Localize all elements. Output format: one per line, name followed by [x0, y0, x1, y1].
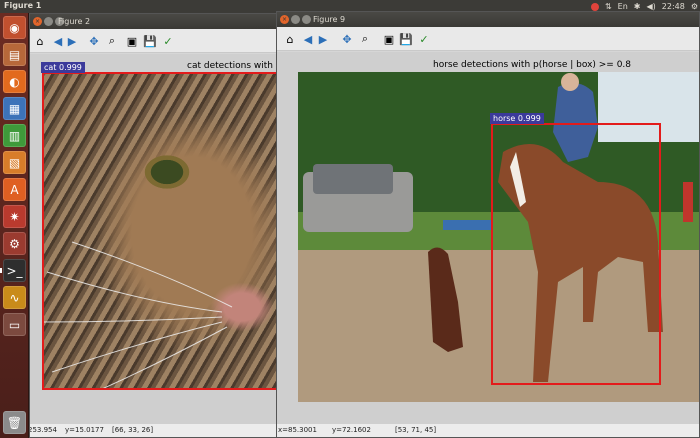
figure9-title: Figure 9: [313, 15, 346, 24]
save-icon[interactable]: 💾: [398, 31, 414, 47]
ubuntu-icon[interactable]: ◉: [3, 16, 26, 39]
zoom-icon[interactable]: ⌕: [104, 33, 120, 49]
horse-detection-box: [491, 123, 661, 385]
figure9-statusbar: x=85.3001 y=72.1602 [53, 71, 45]: [277, 424, 699, 437]
figure2-plot-title: cat detections with p(ca: [187, 61, 289, 71]
zoom-icon[interactable]: ⌕: [357, 31, 373, 47]
impress-icon[interactable]: ▧: [3, 151, 26, 174]
figure2-rgb-readout: [66, 33, 26]: [112, 426, 154, 434]
back-icon[interactable]: ◀: [300, 31, 316, 47]
running-indicator: [0, 268, 2, 273]
configure-icon[interactable]: ▣: [381, 31, 397, 47]
figure2-toolbar: ⌂ ◀ ▶ ✥ ⌕ ▣ 💾 ✓: [30, 29, 288, 53]
pan-icon[interactable]: ✥: [339, 31, 355, 47]
system-settings-icon[interactable]: ⚙: [3, 232, 26, 255]
figure9-rgb-readout: [53, 71, 45]: [395, 426, 437, 434]
firefox-icon[interactable]: ◐: [3, 70, 26, 93]
cat-detection-label: cat 0.999: [41, 62, 85, 73]
figure2-x-readout: 253.954: [29, 426, 57, 434]
figure9-plot-title: horse detections with p(horse | box) >= …: [433, 60, 632, 70]
figure9-titlebar[interactable]: × Figure 9: [277, 12, 699, 27]
forward-icon[interactable]: ▶: [64, 33, 80, 49]
close-icon[interactable]: ×: [280, 15, 289, 24]
trash-icon[interactable]: 🗑: [3, 411, 26, 434]
notification-icon[interactable]: [590, 2, 599, 11]
software-center-icon[interactable]: A: [3, 178, 26, 201]
configure-icon[interactable]: ▣: [124, 33, 140, 49]
home-icon[interactable]: ⌂: [282, 31, 298, 47]
edit-axis-icon[interactable]: ✓: [416, 31, 432, 47]
pan-icon[interactable]: ✥: [86, 33, 102, 49]
figure9-y-readout: y=72.1602: [332, 426, 371, 434]
figure2-canvas[interactable]: cat detections with p(ca cat 0.999: [30, 54, 288, 424]
figure2-title: Figure 2: [58, 17, 91, 26]
terminal-icon[interactable]: >_: [3, 259, 26, 282]
writer-icon[interactable]: ▦: [3, 97, 26, 120]
minimize-icon[interactable]: [291, 15, 300, 24]
cat-detection-box: [42, 72, 282, 390]
launcher: ◉ ▤ ◐ ▦ ▥ ▧ A ✷ ⚙ >_ ∿ ▭ 🗑: [0, 13, 29, 438]
figure9-x-readout: x=85.3001: [278, 426, 317, 434]
horse-detection-label: horse 0.999: [490, 113, 544, 124]
home-icon[interactable]: ⌂: [32, 33, 48, 49]
figure9-toolbar: ⌂ ◀ ▶ ✥ ⌕ ▣ 💾 ✓: [277, 27, 699, 51]
forward-icon[interactable]: ▶: [315, 31, 331, 47]
figure2-window[interactable]: × Figure 2 ⌂ ◀ ▶ ✥ ⌕ ▣ 💾 ✓ cat detection…: [29, 13, 289, 438]
maximize-icon[interactable]: [302, 15, 311, 24]
active-window-title: Figure 1: [4, 1, 42, 10]
save-icon[interactable]: 💾: [142, 33, 158, 49]
calc-icon[interactable]: ▥: [3, 124, 26, 147]
figure9-canvas[interactable]: horse detections with p(horse | box) >= …: [277, 52, 699, 424]
figure2-y-readout: y=15.0177: [65, 426, 104, 434]
figure9-window[interactable]: × Figure 9 ⌂ ◀ ▶ ✥ ⌕ ▣ 💾 ✓ horse detecti…: [276, 11, 700, 438]
edit-axis-icon[interactable]: ✓: [160, 33, 176, 49]
figure2-statusbar: 253.954 y=15.0177 [66, 33, 26]: [30, 424, 288, 437]
settings-icon[interactable]: ✷: [3, 205, 26, 228]
workspaces-icon[interactable]: ▭: [3, 313, 26, 336]
files-icon[interactable]: ▤: [3, 43, 26, 66]
close-icon[interactable]: ×: [33, 17, 42, 26]
minimize-icon[interactable]: [44, 17, 53, 26]
system-monitor-icon[interactable]: ∿: [3, 286, 26, 309]
figure2-titlebar[interactable]: × Figure 2: [30, 14, 288, 29]
